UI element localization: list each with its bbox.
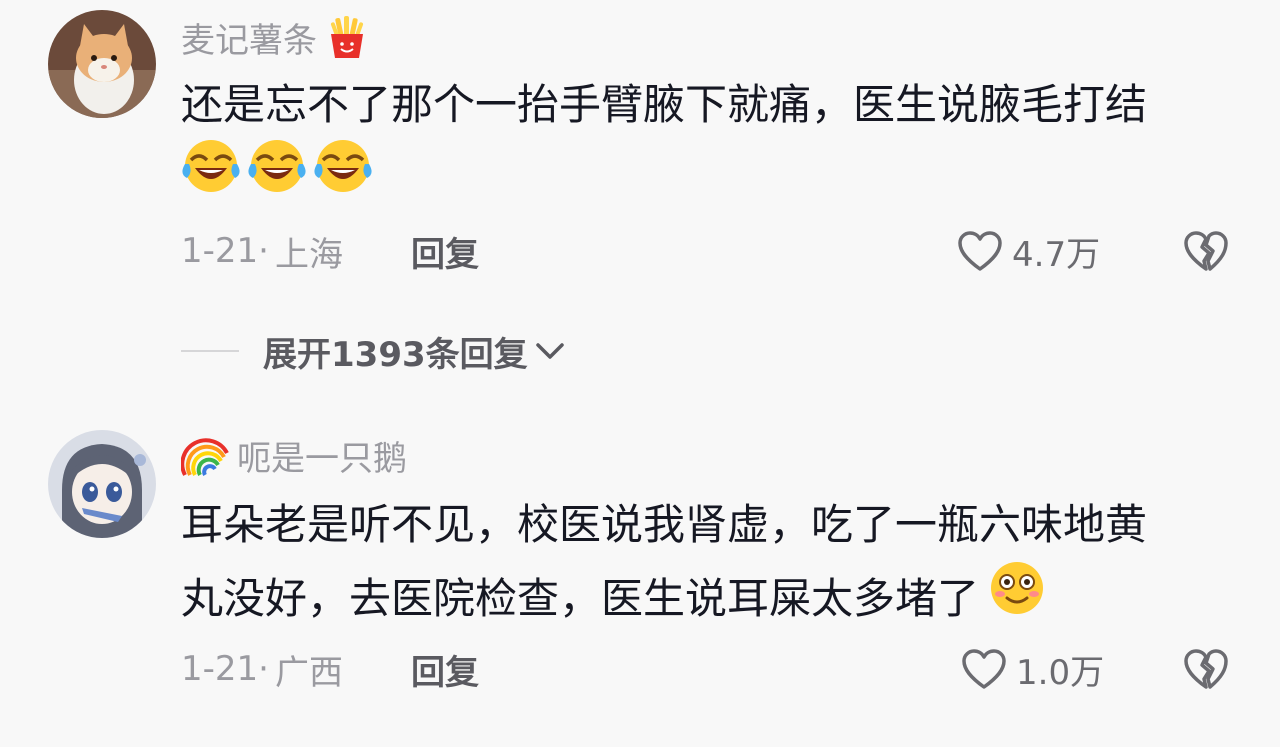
laugh-cry-icon — [247, 138, 307, 215]
username[interactable]: 麦记薯条 — [181, 13, 317, 62]
fries-icon — [325, 14, 369, 60]
expand-replies-label: 展开1393条回复 — [263, 334, 528, 375]
dislike-button[interactable] — [1182, 644, 1230, 694]
like-button[interactable]: 4.7万 — [956, 226, 1100, 276]
comment-location: 广西 — [274, 652, 343, 693]
broken-heart-icon — [1182, 229, 1230, 273]
dislike-button[interactable] — [1182, 226, 1230, 276]
comment-text: 耳朵老是听不见，校医说我肾虚，吃了一瓶六味地黄 丸没好，去医院检查，医生说耳屎太… — [181, 490, 1241, 637]
username[interactable]: 呃是一只鹅 — [237, 431, 407, 480]
anime-avatar-icon — [48, 430, 156, 538]
username-row: 麦记薯条 — [181, 12, 369, 62]
broken-heart-icon — [1182, 647, 1230, 691]
like-count: 1.0万 — [1016, 652, 1105, 693]
comment-text-line: 丸没好，去医院检查，医生说耳屎太多堵了 — [181, 573, 980, 623]
comment-text: 还是忘不了那个一抬手臂腋下就痛，医生说腋毛打结 — [181, 70, 1241, 212]
reply-button[interactable]: 回复 — [411, 227, 479, 276]
avatar[interactable] — [48, 430, 156, 538]
divider-line — [181, 350, 239, 352]
comment-date: 1-21· — [181, 231, 269, 271]
heart-icon — [956, 229, 1004, 273]
comment-date: 1-21· — [181, 649, 269, 689]
comment-text-line: 还是忘不了那个一抬手臂腋下就痛，医生说腋毛打结 — [181, 80, 1148, 129]
like-count: 4.7万 — [1012, 234, 1101, 275]
comment-meta: 1-21· 上海 回复 — [181, 226, 479, 276]
laugh-cry-icon — [313, 138, 373, 215]
rainbow-icon — [181, 433, 231, 477]
heart-icon — [960, 647, 1008, 691]
flushed-smile-icon — [987, 560, 1047, 637]
avatar[interactable] — [48, 10, 156, 118]
username-row: 呃是一只鹅 — [181, 430, 407, 480]
reply-button[interactable]: 回复 — [411, 645, 479, 694]
laugh-cry-icon — [181, 138, 241, 215]
comment-text-line: 耳朵老是听不见，校医说我肾虚，吃了一瓶六味地黄 — [181, 500, 1148, 549]
comment-location: 上海 — [274, 234, 343, 275]
cat-avatar-icon — [48, 10, 156, 118]
expand-replies-button[interactable]: 展开1393条回复 — [181, 326, 566, 376]
like-button[interactable]: 1.0万 — [960, 644, 1104, 694]
chevron-down-icon — [534, 339, 566, 363]
comment-meta: 1-21· 广西 回复 — [181, 644, 479, 694]
emoji-row — [181, 138, 1241, 215]
comment-text-line-wrap: 丸没好，去医院检查，医生说耳屎太多堵了 — [181, 560, 1241, 637]
